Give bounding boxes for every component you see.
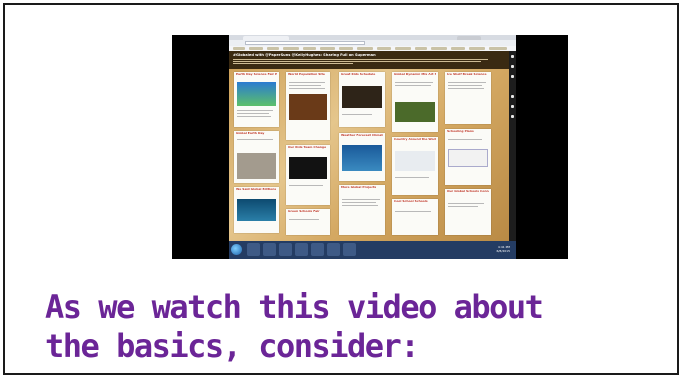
post-image bbox=[342, 86, 382, 108]
bookmark-item bbox=[267, 47, 279, 50]
padlet-wall: Earth Day Science Fair Projects Global E… bbox=[229, 69, 509, 241]
post-title: Global Dynamic Mix Art Strategy bbox=[394, 73, 436, 76]
post-title: More Global Projects bbox=[341, 186, 377, 189]
bookmark-item bbox=[489, 47, 507, 50]
start-button-icon[interactable] bbox=[231, 244, 242, 255]
toolbar-icon[interactable] bbox=[511, 105, 514, 108]
bookmark-item bbox=[431, 47, 447, 50]
caption-line-1: As we watch this video about bbox=[45, 288, 544, 326]
post-title: We Said Global Editions bbox=[236, 188, 277, 191]
bookmark-item bbox=[249, 47, 263, 50]
post-image bbox=[237, 82, 276, 106]
post-title: Green Schools Fair bbox=[288, 210, 320, 213]
bookmark-item bbox=[377, 47, 391, 50]
toolbar-icon[interactable] bbox=[511, 55, 514, 58]
bookmark-item bbox=[415, 47, 427, 50]
bookmark-item bbox=[233, 47, 245, 50]
post-title: Our Kids Team Change bbox=[288, 146, 327, 149]
taskbar-app-icon[interactable] bbox=[311, 243, 324, 256]
padlet-header: #Globaled with @PaperSuns @KellyHughes: … bbox=[229, 51, 509, 69]
caption-line-2: the basics, consider: bbox=[45, 327, 420, 365]
windows-taskbar: 4:41 PM 6/8/2015 bbox=[229, 241, 516, 259]
bookmark-item bbox=[469, 47, 485, 50]
post-image bbox=[342, 145, 382, 171]
post-title: Weather Forecast Climate Change bbox=[341, 134, 383, 137]
padlet-post[interactable]: Cool School Schools bbox=[392, 199, 438, 235]
padlet-post[interactable]: Ice Shelf Break Science bbox=[445, 72, 491, 124]
post-image bbox=[237, 153, 276, 179]
post-title: Our Global Schools Connecting bbox=[447, 190, 489, 193]
post-image bbox=[289, 157, 327, 179]
padlet-post[interactable]: Our Global Schools Connecting bbox=[445, 189, 491, 235]
post-title: Ice Shelf Break Science bbox=[447, 73, 487, 76]
padlet-post[interactable]: Weather Forecast Climate Change bbox=[339, 133, 385, 181]
padlet-description bbox=[233, 59, 493, 65]
padlet-side-toolbar bbox=[509, 51, 516, 241]
video-player[interactable]: #Globaled with @PaperSuns @KellyHughes: … bbox=[172, 35, 568, 259]
system-clock: 4:41 PM 6/8/2015 bbox=[497, 245, 510, 253]
url-field bbox=[245, 41, 365, 45]
post-image bbox=[289, 94, 327, 120]
video-screen: #Globaled with @PaperSuns @KellyHughes: … bbox=[229, 35, 516, 259]
toolbar-icon[interactable] bbox=[511, 115, 514, 118]
taskbar-app-icon[interactable] bbox=[327, 243, 340, 256]
padlet-post[interactable]: More Global Projects bbox=[339, 185, 385, 235]
padlet-post[interactable]: Country Around the World bbox=[392, 137, 438, 195]
taskbar-app-icon[interactable] bbox=[279, 243, 292, 256]
toolbar-icon[interactable] bbox=[511, 75, 514, 78]
post-title: World Population Site bbox=[288, 73, 325, 76]
post-title: Global Earth Day bbox=[236, 132, 265, 135]
taskbar-app-icon[interactable] bbox=[247, 243, 260, 256]
padlet-post[interactable]: Green Schools Fair bbox=[286, 209, 330, 235]
bookmark-item bbox=[283, 47, 299, 50]
post-image bbox=[448, 149, 488, 167]
post-title: Country Around the World bbox=[394, 138, 436, 141]
padlet-post[interactable]: Schooling Plans bbox=[445, 129, 491, 185]
clock-date: 6/8/2015 bbox=[496, 249, 510, 253]
post-title: Earth Day Science Fair Projects bbox=[236, 73, 277, 76]
post-title: Cool School Schools bbox=[394, 200, 428, 203]
taskbar-app-icon[interactable] bbox=[263, 243, 276, 256]
padlet-title: #Globaled with @PaperSuns @KellyHughes: … bbox=[233, 53, 376, 57]
padlet-post[interactable]: Global Dynamic Mix Art Strategy bbox=[392, 72, 438, 132]
post-image bbox=[395, 102, 435, 122]
bookmark-item bbox=[303, 47, 316, 50]
post-title: Great Kids Schedule bbox=[341, 73, 376, 76]
post-image bbox=[237, 199, 276, 221]
padlet-post[interactable]: Our Kids Team Change bbox=[286, 145, 330, 205]
taskbar-app-icon[interactable] bbox=[343, 243, 356, 256]
bookmark-item bbox=[395, 47, 411, 50]
padlet-post[interactable]: World Population Site bbox=[286, 72, 330, 140]
bookmark-item bbox=[320, 47, 335, 50]
toolbar-icon[interactable] bbox=[511, 95, 514, 98]
padlet-post[interactable]: We Said Global Editions bbox=[234, 187, 279, 233]
bookmark-item bbox=[451, 47, 465, 50]
taskbar-app-icon[interactable] bbox=[295, 243, 308, 256]
slide-caption: As we watch this video about the basics,… bbox=[45, 288, 665, 366]
padlet-post[interactable]: Earth Day Science Fair Projects bbox=[234, 72, 279, 127]
bookmark-item bbox=[357, 47, 373, 50]
padlet-post[interactable]: Great Kids Schedule bbox=[339, 72, 385, 127]
bookmark-item bbox=[339, 47, 353, 50]
slide-frame: #Globaled with @PaperSuns @KellyHughes: … bbox=[3, 3, 679, 375]
post-title: Schooling Plans bbox=[447, 130, 474, 133]
padlet-post[interactable]: Global Earth Day bbox=[234, 131, 279, 183]
post-image bbox=[395, 151, 435, 171]
toolbar-icon[interactable] bbox=[511, 65, 514, 68]
